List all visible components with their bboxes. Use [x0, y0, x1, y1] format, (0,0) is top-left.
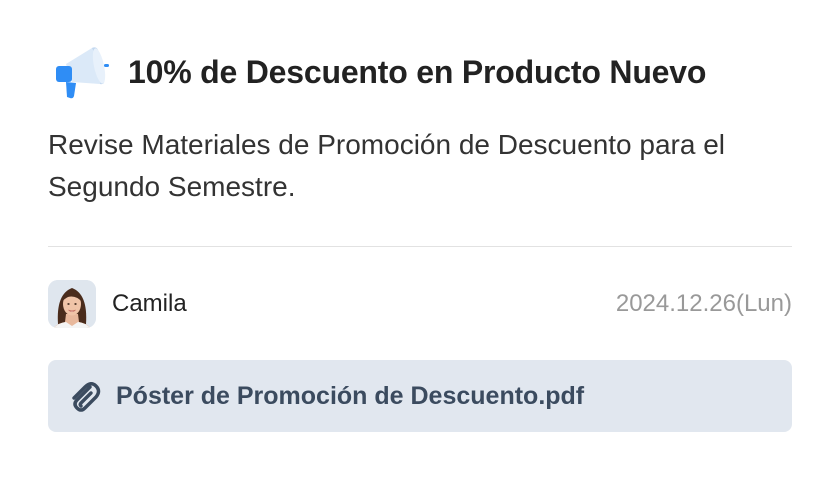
avatar: [48, 280, 96, 328]
author-name: Camila: [112, 290, 187, 317]
announcement-card: 10% de Descuento en Producto Nuevo Revis…: [0, 0, 840, 480]
paperclip-icon: [72, 382, 101, 412]
title-row: 10% de Descuento en Producto Nuevo: [52, 40, 706, 104]
author[interactable]: Camila: [48, 280, 187, 328]
attachment-filename: Póster de Promoción de Descuento.pdf: [116, 381, 585, 410]
attachment-link[interactable]: Póster de Promoción de Descuento.pdf: [48, 360, 792, 432]
divider: [48, 246, 792, 247]
announcement-description: Revise Materiales de Promoción de Descue…: [48, 129, 726, 202]
megaphone-icon: [56, 47, 109, 99]
post-date: 2024.12.26(Lun): [615, 290, 792, 317]
author-row: Camila 2024.12.26(Lun): [48, 280, 792, 328]
announcement-title: 10% de Descuento en Producto Nuevo: [128, 53, 707, 90]
